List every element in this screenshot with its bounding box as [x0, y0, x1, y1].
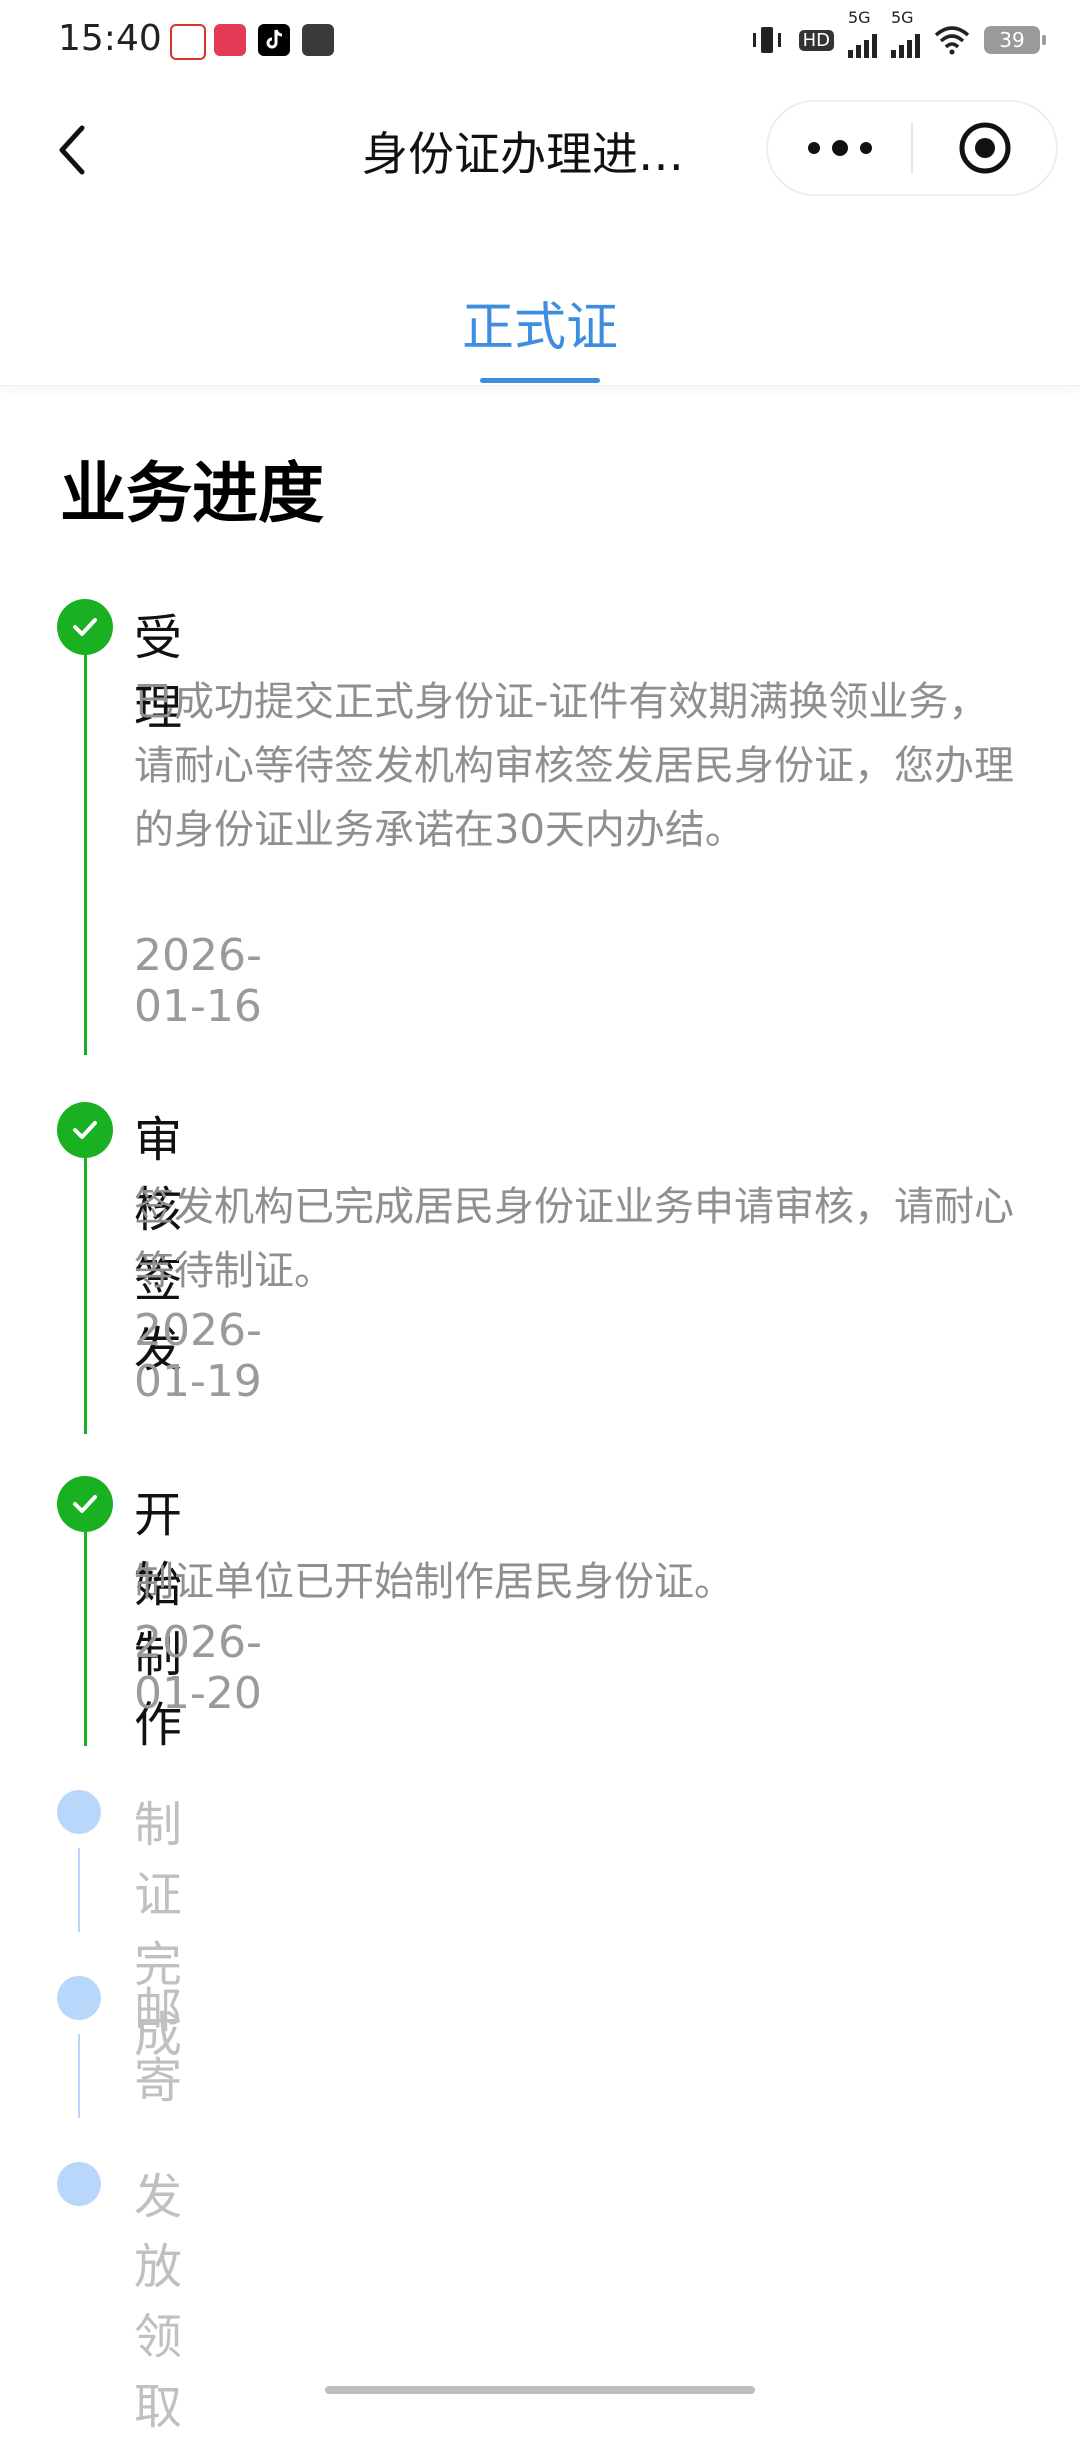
step-pending-icon — [57, 1790, 101, 1834]
battery-icon: 39 — [984, 26, 1046, 54]
step-pending-icon — [57, 2162, 101, 2206]
check-icon — [73, 1121, 97, 1139]
section-title: 业务进度 — [60, 455, 324, 532]
timeline-connector — [78, 2034, 80, 2118]
tab-active-indicator — [480, 378, 600, 383]
timeline-connector — [84, 1532, 87, 1746]
signal-bars-icon — [848, 32, 877, 58]
more-dots-icon — [807, 142, 820, 154]
signal-5g-1: 5G — [848, 8, 877, 58]
signal-5g-2: 5G — [891, 8, 920, 58]
nav-bar: 身份证办理进… — [0, 90, 1080, 210]
step-description: 制证单位已开始制作居民身份证。 — [134, 1559, 734, 1605]
chevron-left-icon — [59, 125, 85, 175]
tab-formal-id[interactable]: 正式证 — [420, 285, 660, 360]
step-date: 2026-01-16 — [134, 930, 262, 1032]
step-pending-icon — [57, 1976, 101, 2020]
signal-bars-icon — [891, 32, 920, 58]
home-indicator[interactable] — [325, 2386, 755, 2394]
tiktok-notification-icon — [258, 24, 290, 56]
step-done-icon — [57, 599, 113, 655]
step-date: 2026-01-20 — [134, 1617, 262, 1719]
status-time: 15:40 — [58, 18, 162, 59]
step-done-icon — [57, 1476, 113, 1532]
step-title: 邮寄 — [134, 1983, 183, 2109]
check-icon — [73, 618, 97, 636]
timeline-connector — [78, 1848, 80, 1932]
status-icons: HD 5G 5G 39 — [749, 8, 1046, 60]
step-description: 已成功提交正式身份证-证件有效期满换领业务，请耐心等待签发机构审核签发居民身份证… — [134, 679, 1014, 853]
gov-app-notification-icon — [170, 24, 206, 60]
status-bar: 15:40 HD 5G 5G 39 — [0, 0, 1080, 80]
step-done-icon — [57, 1102, 113, 1158]
step-title: 发放领取 — [134, 2169, 183, 2435]
wifi-icon — [934, 26, 970, 55]
wallet-notification-icon — [302, 24, 334, 56]
news-app-notification-icon — [214, 24, 246, 56]
timeline-connector — [84, 655, 87, 1055]
more-button[interactable] — [768, 102, 911, 194]
tab-bar: 正式证 — [0, 260, 1080, 386]
target-circle-icon — [959, 122, 1010, 174]
hd-icon: HD — [798, 29, 834, 51]
back-button[interactable] — [32, 110, 112, 190]
check-icon — [73, 1495, 97, 1513]
vibrate-icon — [752, 27, 781, 53]
page-title: 身份证办理进… — [362, 127, 684, 181]
close-mini-program-button[interactable] — [913, 102, 1056, 194]
mini-program-capsule — [766, 100, 1058, 196]
timeline-connector — [84, 1158, 87, 1434]
step-date: 2026-01-19 — [134, 1305, 262, 1407]
step-description: 签发机构已完成居民身份证业务申请审核，请耐心等待制证。 — [134, 1184, 1014, 1294]
